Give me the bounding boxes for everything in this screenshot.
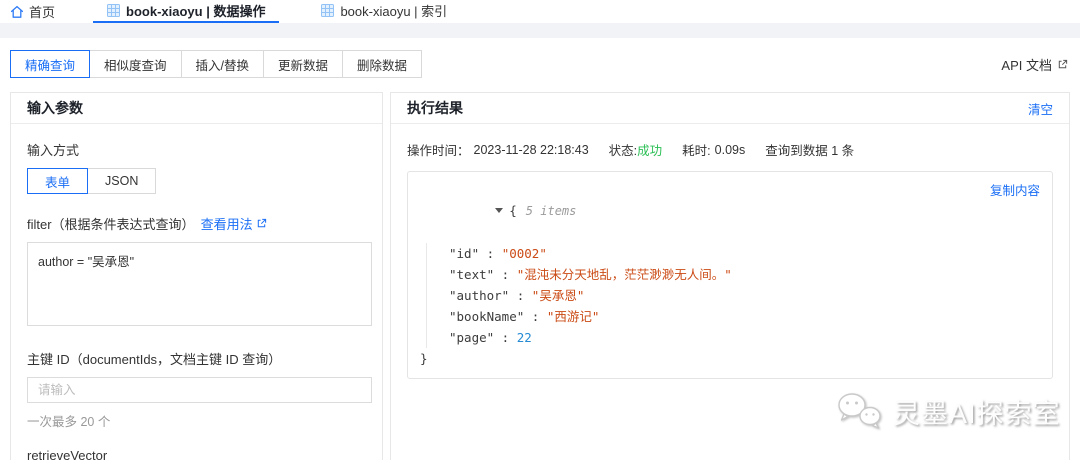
json-open-line: {5 items bbox=[420, 179, 1040, 243]
json-key: "page" bbox=[449, 330, 495, 345]
input-params-title: 输入参数 bbox=[27, 100, 83, 116]
filter-input[interactable]: author = "吴承恩" bbox=[27, 242, 372, 326]
result-title: 执行结果 bbox=[407, 100, 463, 116]
json-colon: : bbox=[494, 267, 517, 282]
collapse-arrow-icon[interactable] bbox=[495, 208, 504, 213]
query-toolbar: 精确查询 相似度查询 插入/替换 更新数据 删除数据 API 文档 bbox=[0, 38, 1080, 92]
nav-home-label: 首页 bbox=[29, 5, 56, 20]
nav-home[interactable]: 首页 bbox=[8, 0, 65, 23]
top-nav: 首页 book-xiaoyu | 数据操作 book-xiaoyu | 索引 bbox=[0, 0, 1080, 23]
table-icon bbox=[107, 4, 121, 17]
json-field-row: "page" : 22 bbox=[449, 327, 1040, 348]
api-doc-label: API 文档 bbox=[1001, 57, 1052, 73]
table-icon bbox=[321, 4, 335, 17]
result-body: 操作时间： 2023-11-28 22:18:43 状态: 成功 耗时: 0.0… bbox=[391, 124, 1069, 395]
json-colon: : bbox=[494, 330, 517, 345]
items-count: 5 items bbox=[525, 204, 577, 218]
json-key: "text" bbox=[449, 267, 495, 282]
primary-key-hint: 一次最多 20 个 bbox=[27, 415, 111, 429]
filter-label-row: filter（根据条件表达式查询） 查看用法 bbox=[27, 214, 366, 233]
input-method-toggle: 表单 JSON bbox=[27, 168, 157, 194]
json-key: "author" bbox=[449, 288, 510, 303]
copy-content-link[interactable]: 复制内容 bbox=[990, 180, 1040, 199]
json-value: "吴承恩" bbox=[531, 288, 585, 303]
op-time-label: 操作时间： bbox=[407, 144, 470, 158]
result-meta-line: 操作时间： 2023-11-28 22:18:43 状态: 成功 耗时: 0.0… bbox=[407, 140, 1053, 159]
tab-insert-replace[interactable]: 插入/替换 bbox=[180, 50, 265, 78]
input-params-body: 输入方式 表单 JSON filter（根据条件表达式查询） 查看用法 auth… bbox=[11, 124, 382, 460]
cost-value: 0.09s bbox=[714, 142, 746, 157]
input-method-label: 输入方式 bbox=[27, 143, 80, 158]
filter-usage-label: 查看用法 bbox=[200, 217, 253, 232]
retrieve-vector-label: retrieveVector bbox=[27, 448, 108, 460]
tab-exact-query[interactable]: 精确查询 bbox=[10, 50, 91, 78]
json-close-line: } bbox=[420, 348, 1040, 369]
primary-key-input[interactable] bbox=[27, 377, 372, 403]
json-field-row: "text" : "混沌未分天地乱，茫茫渺渺无人间。" bbox=[449, 264, 1040, 285]
nav-tab-label: book-xiaoyu | 索引 bbox=[340, 4, 448, 19]
close-brace: } bbox=[420, 351, 428, 366]
status-label: 状态: bbox=[608, 144, 638, 158]
nav-tab-index[interactable]: book-xiaoyu | 索引 bbox=[307, 0, 461, 23]
divider-strip bbox=[0, 23, 1080, 38]
home-icon bbox=[10, 5, 24, 18]
external-link-icon bbox=[257, 218, 266, 228]
op-time-value: 2023-11-28 22:18:43 bbox=[473, 142, 589, 157]
result-count: 查询到数据 1 条 bbox=[765, 144, 855, 158]
json-colon: : bbox=[524, 309, 547, 324]
query-tab-group: 精确查询 相似度查询 插入/替换 更新数据 删除数据 bbox=[10, 50, 423, 78]
primary-key-label: 主键 ID（documentIds，文档主键 ID 查询） bbox=[27, 352, 282, 367]
json-value: "0002" bbox=[501, 246, 547, 261]
clear-result-link[interactable]: 清空 bbox=[1028, 99, 1053, 118]
tab-delete-data[interactable]: 删除数据 bbox=[342, 50, 423, 78]
main-content: 输入参数 输入方式 表单 JSON filter（根据条件表达式查询） 查看用法… bbox=[0, 92, 1080, 460]
json-value: "混沌未分天地乱，茫茫渺渺无人间。" bbox=[516, 267, 732, 282]
json-value: "西游记" bbox=[546, 309, 600, 324]
json-colon: : bbox=[509, 288, 532, 303]
api-doc-link[interactable]: API 文档 bbox=[1001, 55, 1068, 74]
json-field-row: "bookName" : "西游记" bbox=[449, 306, 1040, 327]
status-badge: 成功 bbox=[637, 144, 663, 158]
json-fields: "id" : "0002" "text" : "混沌未分天地乱，茫茫渺渺无人间。… bbox=[426, 243, 1040, 348]
json-colon: : bbox=[479, 246, 502, 261]
input-method-form[interactable]: 表单 bbox=[27, 168, 89, 194]
input-method-json[interactable]: JSON bbox=[87, 168, 157, 194]
result-header: 执行结果 清空 bbox=[391, 93, 1069, 124]
tab-update-data[interactable]: 更新数据 bbox=[263, 50, 344, 78]
json-field-row: "author" : "吴承恩" bbox=[449, 285, 1040, 306]
json-key: "bookName" bbox=[449, 309, 525, 324]
input-params-panel: 输入参数 输入方式 表单 JSON filter（根据条件表达式查询） 查看用法… bbox=[10, 92, 383, 460]
nav-tab-data-operations[interactable]: book-xiaoyu | 数据操作 bbox=[93, 0, 280, 23]
json-field-row: "id" : "0002" bbox=[449, 243, 1040, 264]
filter-usage-link[interactable]: 查看用法 bbox=[201, 214, 267, 233]
input-params-header: 输入参数 bbox=[11, 93, 382, 124]
external-link-icon bbox=[1058, 59, 1068, 68]
open-brace: { bbox=[509, 203, 517, 218]
json-key: "id" bbox=[449, 246, 480, 261]
tab-similarity-query[interactable]: 相似度查询 bbox=[89, 50, 182, 78]
json-value: 22 bbox=[516, 330, 532, 345]
filter-label: filter（根据条件表达式查询） bbox=[27, 217, 195, 232]
cost-label: 耗时: bbox=[682, 144, 711, 158]
json-result-viewer: 复制内容 {5 items "id" : "0002" "text" : "混沌… bbox=[407, 171, 1053, 379]
result-panel: 执行结果 清空 操作时间： 2023-11-28 22:18:43 状态: 成功… bbox=[390, 92, 1070, 460]
nav-tab-label: book-xiaoyu | 数据操作 bbox=[126, 4, 266, 19]
